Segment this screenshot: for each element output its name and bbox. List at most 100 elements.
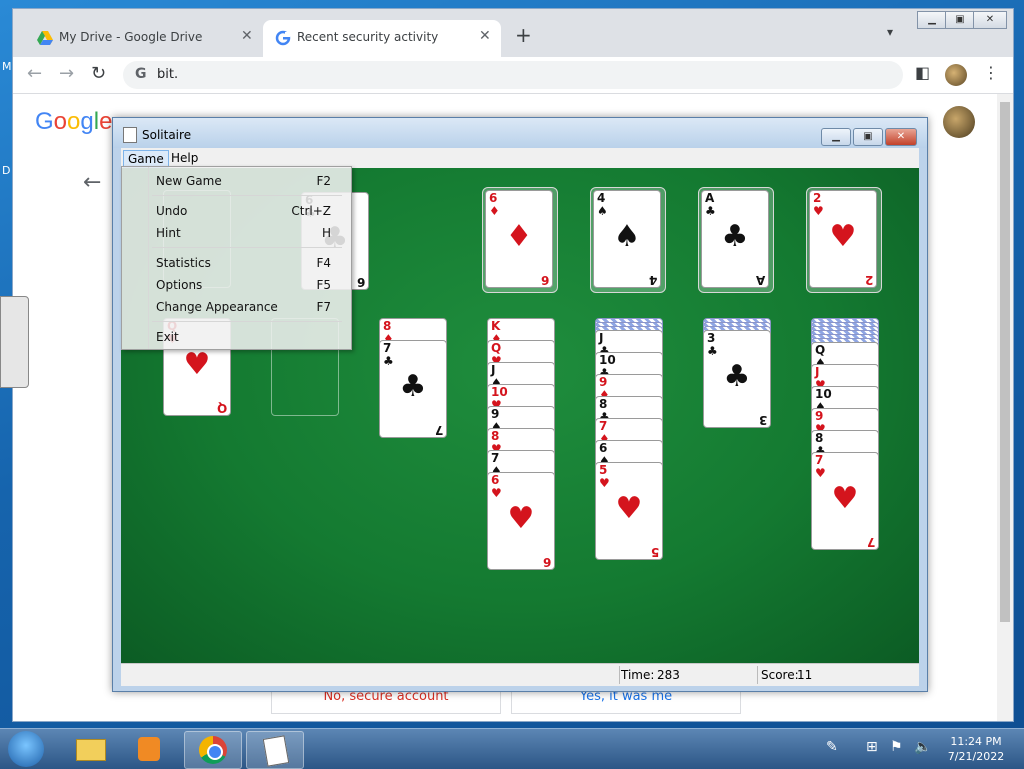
close-tab-icon[interactable]: ✕ (241, 28, 253, 44)
tab-title: My Drive - Google Drive (59, 30, 203, 44)
score-value: 11 (797, 668, 813, 682)
back-icon[interactable]: ← (27, 63, 42, 84)
account-avatar[interactable] (943, 106, 975, 138)
playing-card[interactable]: 4 ♠ ♠ 4 (593, 190, 661, 288)
side-widget-handle[interactable] (0, 296, 29, 388)
media-player-icon[interactable] (122, 731, 178, 767)
tab-security-activity[interactable]: Recent security activity ✕ (263, 20, 501, 57)
card-rank-bottom: 5 (650, 545, 659, 559)
alert-flag-icon[interactable]: ⚑ (890, 739, 903, 755)
solitaire-icon[interactable] (246, 731, 304, 769)
status-bar: Time: 283 Score: 11 (121, 663, 919, 686)
menu-dots-icon[interactable]: ⋮ (983, 63, 999, 82)
card-suit-icon: ♠ (613, 219, 641, 254)
google-g-icon (275, 30, 291, 46)
menu-help[interactable]: Help (167, 150, 202, 166)
score-label: Score: (761, 668, 799, 682)
playing-card[interactable]: 5 ♥ ♥ 5 (595, 462, 663, 560)
clock[interactable]: 11:24 PM 7/21/2022 (940, 734, 1012, 764)
google-g-icon: G (135, 66, 147, 82)
card-rank-bottom: 7 (434, 423, 443, 437)
card-rank-bottom: 2 (864, 273, 873, 287)
menu-item-hint[interactable]: Hint H (122, 223, 351, 243)
file-explorer-icon[interactable] (62, 731, 118, 767)
menu-item-change-appearance[interactable]: Change Appearance F7 (122, 297, 351, 317)
volume-icon[interactable]: 🔈 (914, 739, 931, 755)
card-rank: 7 ♥ (815, 453, 826, 480)
card-rank: 3 ♣ (707, 331, 718, 358)
card-suit-icon: ♣ (723, 359, 751, 394)
card-rank: A ♣ (705, 191, 716, 218)
tab-strip: My Drive - Google Drive ✕ Recent securit… (13, 9, 1013, 57)
playing-card[interactable]: 3 ♣ ♣ 3 (703, 330, 771, 428)
card-rank-bottom: 3 (758, 413, 767, 427)
tab-my-drive[interactable]: My Drive - Google Drive ✕ (25, 20, 263, 57)
chrome-icon[interactable] (184, 731, 242, 769)
url-text[interactable]: bit. (157, 67, 178, 82)
playing-card[interactable]: 7 ♥ ♥ 7 (811, 452, 879, 550)
card-suit-icon: ♥ (183, 347, 211, 382)
card-rank-bottom: 7 (866, 535, 875, 549)
maximize-icon[interactable]: ▣ (853, 128, 883, 146)
window-controls: ▁ ▣ ✕ (917, 11, 1009, 29)
clock-time: 11:24 PM (950, 735, 1002, 748)
menu-item-new-game[interactable]: New Game F2 (122, 171, 351, 191)
card-rank: 5 ♥ (599, 463, 610, 490)
card-rank-bottom: 6 (356, 275, 365, 289)
card-rank-bottom: Q (216, 401, 227, 415)
card-suit-icon: ♣ (721, 219, 749, 254)
close-tab-icon[interactable]: ✕ (479, 28, 491, 44)
back-arrow-icon[interactable]: ← (83, 170, 101, 195)
side-panel-icon[interactable]: ◧ (915, 63, 930, 82)
browser-toolbar: ← → ↻ G bit. ◧ ⋮ (13, 57, 1013, 94)
profile-avatar[interactable] (945, 64, 967, 86)
playing-card[interactable]: 6 ♦ ♦ 6 (485, 190, 553, 288)
scrollbar-thumb[interactable] (1000, 102, 1010, 622)
solitaire-titlebar[interactable]: Solitaire ▁ ▣ ✕ (113, 118, 927, 148)
playing-card[interactable]: A ♣ ♣ A (701, 190, 769, 288)
scrollbar[interactable] (997, 94, 1013, 721)
action-center-icon[interactable]: ✎ (826, 739, 838, 755)
clock-date: 7/21/2022 (947, 750, 1005, 763)
google-logo: Google (35, 108, 113, 135)
minimize-icon[interactable]: ▁ (821, 128, 851, 146)
menu-item-undo[interactable]: Undo Ctrl+Z (122, 201, 351, 221)
card-rank: 7 ♣ (383, 341, 394, 368)
menu-item-statistics[interactable]: Statistics F4 (122, 253, 351, 273)
reload-icon[interactable]: ↻ (91, 63, 106, 84)
card-suit-icon: ♥ (507, 501, 535, 536)
google-drive-icon (37, 31, 53, 45)
card-suit-icon: ♦ (505, 219, 533, 254)
solitaire-icon (123, 127, 137, 143)
playing-card[interactable]: 2 ♥ ♥ 2 (809, 190, 877, 288)
desktop-letter: D (2, 164, 11, 177)
new-tab-button[interactable]: + (515, 23, 532, 47)
desktop-letter: M (2, 60, 12, 73)
card-suit-icon: ♥ (829, 219, 857, 254)
tab-title: Recent security activity (297, 30, 439, 44)
menu-item-options[interactable]: Options F5 (122, 275, 351, 295)
forward-icon[interactable]: → (59, 63, 74, 84)
card-suit-icon: ♥ (615, 491, 643, 526)
card-rank-bottom: 6 (540, 273, 549, 287)
card-rank-bottom: A (755, 273, 765, 287)
time-value: 283 (657, 668, 680, 682)
maximize-icon[interactable]: ▣ (945, 11, 975, 29)
card-rank: 4 ♠ (597, 191, 608, 218)
taskbar: ✎ ⊞ ⚑ 🔈 11:24 PM 7/21/2022 (0, 728, 1024, 769)
menu-item-exit[interactable]: Exit (122, 327, 351, 347)
close-icon[interactable]: ✕ (885, 128, 917, 146)
address-bar[interactable]: G bit. (123, 61, 903, 89)
tab-search-icon[interactable]: ▾ (887, 25, 893, 39)
window-title: Solitaire (142, 128, 192, 142)
card-suit-icon: ♣ (399, 369, 427, 404)
start-button[interactable] (8, 731, 44, 767)
card-rank-bottom: 4 (648, 273, 657, 287)
game-menu-dropdown: New Game F2 Undo Ctrl+Z Hint H Statistics F4… (121, 166, 352, 350)
minimize-icon[interactable]: ▁ (917, 11, 947, 29)
menu-bar: Game Help (121, 148, 919, 168)
playing-card[interactable]: 6 ♥ ♥ 6 (487, 472, 555, 570)
network-icon[interactable]: ⊞ (866, 739, 878, 755)
close-icon[interactable]: ✕ (973, 11, 1007, 29)
playing-card[interactable]: 7 ♣ ♣ 7 (379, 340, 447, 438)
